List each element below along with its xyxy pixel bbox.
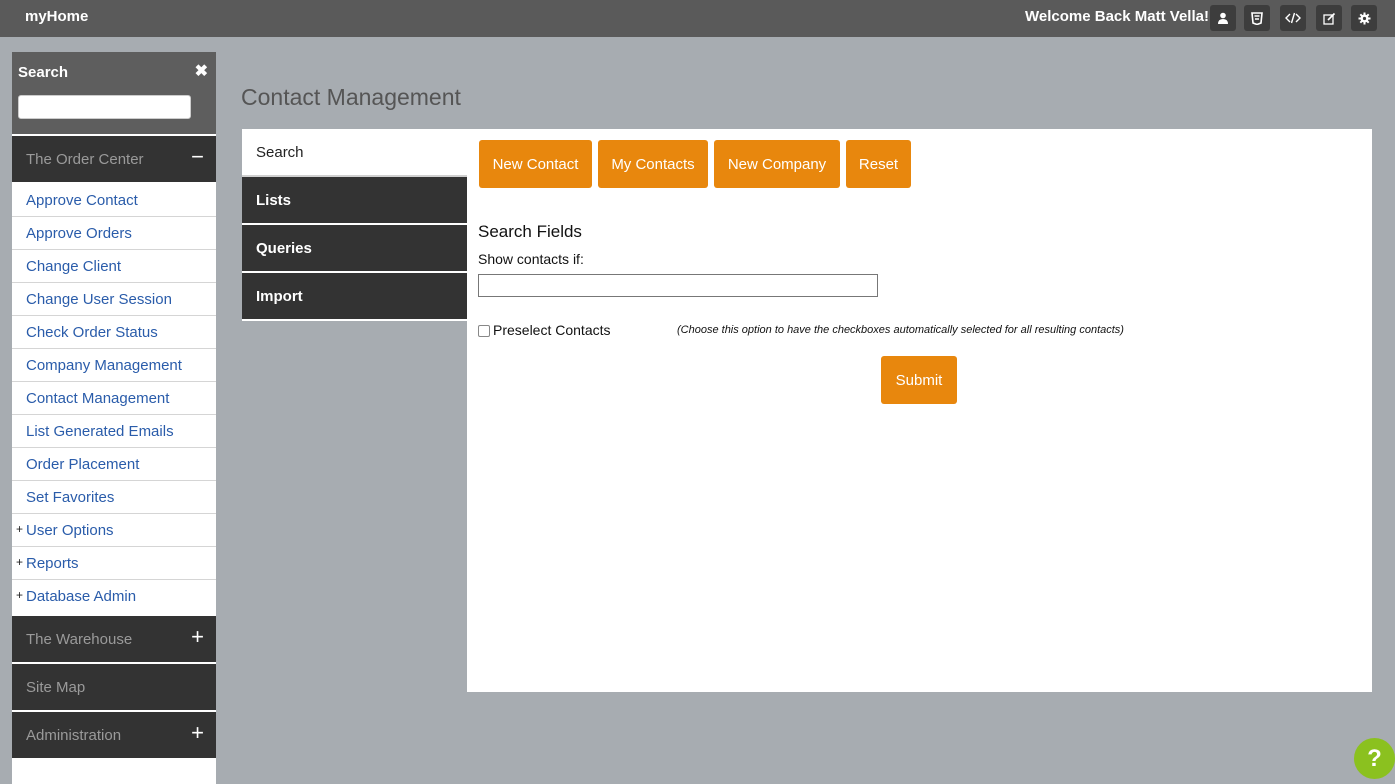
preselect-note: (Choose this option to have the checkbox… bbox=[677, 324, 1124, 336]
sidebar-item-label[interactable]: Order Placement bbox=[26, 456, 139, 473]
expand-icon[interactable]: + bbox=[16, 555, 23, 569]
sidebar-item-label[interactable]: Change User Session bbox=[26, 291, 172, 308]
tab-label: Lists bbox=[256, 192, 292, 209]
sidebar-item-approve-contact[interactable]: Approve Contact bbox=[12, 184, 216, 217]
sidebar-item-label[interactable]: Change Client bbox=[26, 258, 121, 275]
sidebar-item-user-options[interactable]: + User Options bbox=[12, 514, 216, 547]
new-contact-button[interactable]: New Contact bbox=[479, 140, 592, 188]
new-company-button[interactable]: New Company bbox=[714, 140, 840, 188]
my-contacts-button[interactable]: My Contacts bbox=[598, 140, 708, 188]
code-icon[interactable] bbox=[1280, 5, 1306, 31]
css3-icon[interactable] bbox=[1244, 5, 1270, 31]
sidebar-item-contact-management[interactable]: Contact Management bbox=[12, 382, 216, 415]
close-icon[interactable]: ✖ bbox=[195, 61, 208, 81]
user-icon[interactable] bbox=[1210, 5, 1236, 31]
reset-button[interactable]: Reset bbox=[846, 140, 911, 188]
sidebar-item-label[interactable]: Approve Contact bbox=[26, 192, 138, 209]
sidebar-item-label[interactable]: List Generated Emails bbox=[26, 423, 174, 440]
page-title: Contact Management bbox=[241, 84, 461, 110]
top-bar: myHome Welcome Back Matt Vella! bbox=[0, 0, 1395, 37]
sidebar-item-reports[interactable]: + Reports bbox=[12, 547, 216, 580]
sidebar-item-label[interactable]: Check Order Status bbox=[26, 324, 158, 341]
tab-label: Import bbox=[256, 288, 303, 305]
search-fields-heading: Search Fields bbox=[478, 222, 582, 241]
sidebar-item-label[interactable]: Database Admin bbox=[26, 588, 136, 605]
sidebar-item-list-generated-emails[interactable]: List Generated Emails bbox=[12, 415, 216, 448]
welcome-text: Welcome Back Matt Vella! bbox=[1025, 8, 1209, 25]
sidebar-item-database-admin[interactable]: + Database Admin bbox=[12, 580, 216, 616]
tab-list: Search Lists Queries Import bbox=[242, 129, 467, 321]
expand-icon[interactable]: + bbox=[191, 722, 204, 744]
sidebar-item-change-client[interactable]: Change Client bbox=[12, 250, 216, 283]
section-site-map[interactable]: Site Map bbox=[12, 664, 216, 712]
sidebar: Search ✖ The Order Center − Approve Cont… bbox=[12, 52, 216, 784]
tab-search[interactable]: Search bbox=[242, 129, 467, 177]
sidebar-search-input[interactable] bbox=[18, 95, 191, 119]
help-icon[interactable]: ? bbox=[1354, 738, 1395, 779]
brand-link[interactable]: myHome bbox=[25, 8, 88, 25]
sidebar-item-label[interactable]: User Options bbox=[26, 522, 114, 539]
tab-label: Search bbox=[256, 144, 304, 161]
sidebar-item-label[interactable]: Set Favorites bbox=[26, 489, 114, 506]
tab-label: Queries bbox=[256, 240, 312, 257]
sidebar-item-label[interactable]: Approve Orders bbox=[26, 225, 132, 242]
expand-icon[interactable]: + bbox=[191, 626, 204, 648]
section-order-center[interactable]: The Order Center − bbox=[12, 136, 216, 184]
sidebar-item-company-management[interactable]: Company Management bbox=[12, 349, 216, 382]
sidebar-search-label: Search bbox=[18, 64, 69, 81]
sidebar-item-set-favorites[interactable]: Set Favorites bbox=[12, 481, 216, 514]
expand-icon[interactable]: + bbox=[16, 588, 23, 602]
edit-icon[interactable] bbox=[1316, 5, 1342, 31]
section-label: Site Map bbox=[26, 679, 86, 696]
sidebar-item-approve-orders[interactable]: Approve Orders bbox=[12, 217, 216, 250]
sidebar-item-label[interactable]: Reports bbox=[26, 555, 79, 572]
section-label: Administration bbox=[26, 727, 122, 744]
section-administration[interactable]: Administration + bbox=[12, 712, 216, 760]
sidebar-item-order-placement[interactable]: Order Placement bbox=[12, 448, 216, 481]
expand-icon[interactable]: + bbox=[16, 522, 23, 536]
section-label: The Warehouse bbox=[26, 631, 133, 648]
search-panel: New Contact My Contacts New Company Rese… bbox=[467, 129, 1372, 692]
show-contacts-label: Show contacts if: bbox=[478, 251, 584, 267]
sidebar-search-panel: Search ✖ bbox=[12, 52, 216, 136]
preselect-checkbox[interactable] bbox=[478, 325, 490, 337]
tab-import[interactable]: Import bbox=[242, 273, 467, 321]
section-label: The Order Center bbox=[26, 151, 144, 168]
show-contacts-input[interactable] bbox=[478, 274, 878, 297]
sidebar-item-label[interactable]: Company Management bbox=[26, 357, 182, 374]
collapse-icon[interactable]: − bbox=[191, 146, 204, 168]
sidebar-item-label[interactable]: Contact Management bbox=[26, 390, 169, 407]
tab-queries[interactable]: Queries bbox=[242, 225, 467, 273]
sidebar-item-change-user-session[interactable]: Change User Session bbox=[12, 283, 216, 316]
sidebar-item-check-order-status[interactable]: Check Order Status bbox=[12, 316, 216, 349]
tab-lists[interactable]: Lists bbox=[242, 177, 467, 225]
section-warehouse[interactable]: The Warehouse + bbox=[12, 616, 216, 664]
gear-icon[interactable] bbox=[1351, 5, 1377, 31]
preselect-label[interactable]: Preselect Contacts bbox=[493, 322, 611, 338]
submit-button[interactable]: Submit bbox=[881, 356, 957, 404]
